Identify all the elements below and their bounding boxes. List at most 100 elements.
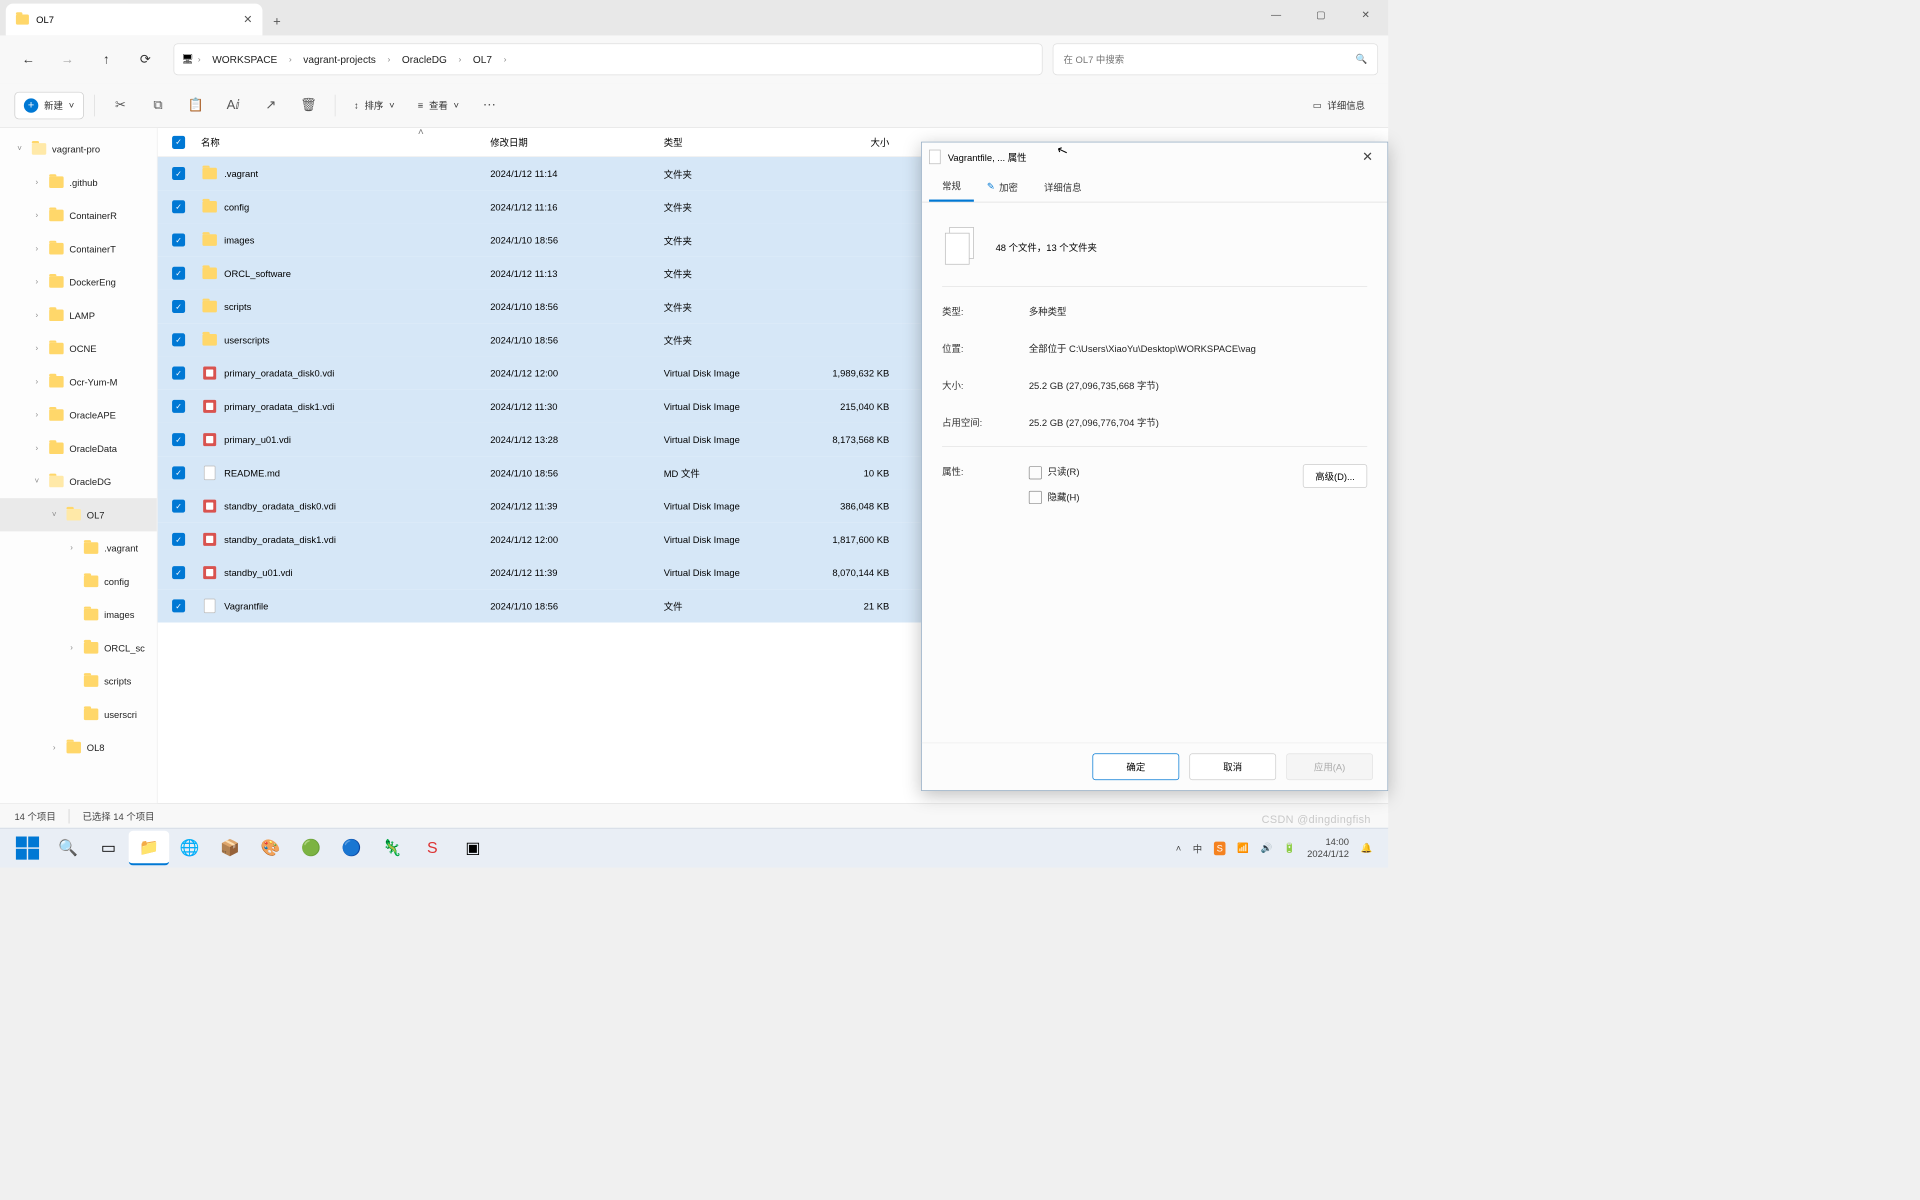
tab-general[interactable]: 常规 <box>929 171 974 201</box>
tree-node[interactable]: ›.vagrant <box>0 531 157 564</box>
tree-node[interactable]: ˅OracleDG <box>0 465 157 498</box>
window-minimize-button[interactable]: — <box>1254 0 1299 29</box>
taskbar-chrome-icon[interactable]: 🟢 <box>291 831 331 866</box>
chevron-icon[interactable]: › <box>30 444 43 453</box>
sort-button[interactable]: ↕ 排序 ˅ <box>345 93 403 118</box>
taskbar-sogou-icon[interactable]: S <box>412 831 452 866</box>
properties-titlebar[interactable]: Vagrantfile, ... 属性 ✕ <box>922 142 1388 171</box>
taskbar-virtualbox-icon[interactable]: 📦 <box>210 831 250 866</box>
breadcrumb-item[interactable]: WORKSPACE <box>205 49 285 69</box>
row-checkbox[interactable]: ✓ <box>172 167 185 180</box>
chevron-icon[interactable]: › <box>30 377 43 386</box>
tree-node[interactable]: ›LAMP <box>0 299 157 332</box>
breadcrumb-item[interactable]: OracleDG <box>395 49 454 69</box>
tree-node[interactable]: config <box>0 565 157 598</box>
row-checkbox[interactable]: ✓ <box>172 500 185 513</box>
tray-app-icon[interactable]: S <box>1214 841 1226 855</box>
tray-volume-icon[interactable]: 🔊 <box>1261 842 1273 854</box>
chevron-icon[interactable]: › <box>65 643 78 652</box>
chevron-icon[interactable]: ˅ <box>30 477 43 486</box>
row-checkbox[interactable]: ✓ <box>172 533 185 546</box>
chevron-icon[interactable]: › <box>30 344 43 353</box>
tree-node[interactable]: ›ORCL_sc <box>0 631 157 664</box>
column-date[interactable]: 修改日期 <box>490 135 664 149</box>
tree-node[interactable]: ›ContainerR <box>0 199 157 232</box>
chevron-icon[interactable]: › <box>30 278 43 287</box>
breadcrumb-bar[interactable]: 🖥 › WORKSPACE › vagrant-projects › Oracl… <box>174 43 1043 75</box>
row-checkbox[interactable]: ✓ <box>172 333 185 346</box>
chevron-icon[interactable]: › <box>30 211 43 220</box>
tab-close-icon[interactable]: ✕ <box>243 13 252 26</box>
chevron-icon[interactable]: › <box>48 743 61 752</box>
cancel-button[interactable]: 取消 <box>1189 753 1276 780</box>
new-button[interactable]: + 新建 ˅ <box>14 91 83 118</box>
chevron-icon[interactable]: › <box>65 544 78 553</box>
advanced-button[interactable]: 高级(D)... <box>1303 464 1367 488</box>
row-checkbox[interactable]: ✓ <box>172 300 185 313</box>
more-button[interactable]: ⋯ <box>474 89 506 121</box>
share-button[interactable]: ↗ <box>255 89 287 121</box>
taskbar-app-icon[interactable]: 🦎 <box>372 831 412 866</box>
column-type[interactable]: 类型 <box>664 135 809 149</box>
tree-node[interactable]: ›.github <box>0 166 157 199</box>
tree-node[interactable]: ˅vagrant-pro <box>0 132 157 165</box>
paste-button[interactable]: 📋 <box>180 89 212 121</box>
details-pane-button[interactable]: ▭ 详细信息 <box>1304 93 1374 118</box>
chevron-icon[interactable]: › <box>30 311 43 320</box>
tree-node[interactable]: images <box>0 598 157 631</box>
row-checkbox[interactable]: ✓ <box>172 466 185 479</box>
start-button[interactable] <box>7 831 47 866</box>
tree-node[interactable]: ›OracleData <box>0 432 157 465</box>
column-name[interactable]: 名称 <box>201 135 490 149</box>
nav-forward-button[interactable]: → <box>49 41 85 77</box>
tree-pane[interactable]: ˅vagrant-pro›.github›ContainerR›Containe… <box>0 128 158 803</box>
breadcrumb-item[interactable]: vagrant-projects <box>296 49 383 69</box>
new-tab-button[interactable]: + <box>262 7 291 36</box>
tree-node[interactable]: ›ContainerT <box>0 232 157 265</box>
tab-encrypt[interactable]: ✎加密 <box>974 171 1031 201</box>
tree-node[interactable]: userscri <box>0 698 157 731</box>
taskbar-taskview-icon[interactable]: ▭ <box>88 831 128 866</box>
taskbar-app-icon[interactable]: 🔵 <box>331 831 371 866</box>
apply-button[interactable]: 应用(A) <box>1286 753 1373 780</box>
chevron-icon[interactable]: › <box>30 178 43 187</box>
hidden-checkbox[interactable] <box>1029 491 1042 504</box>
tray-notifications-icon[interactable]: 🔔 <box>1361 842 1373 854</box>
search-box[interactable]: 🔍 <box>1053 43 1378 75</box>
chevron-icon[interactable]: › <box>30 244 43 253</box>
window-maximize-button[interactable]: ▢ <box>1299 0 1344 29</box>
taskbar-terminal-icon[interactable]: ▣ <box>453 831 493 866</box>
tree-node[interactable]: ›OCNE <box>0 332 157 365</box>
taskbar[interactable]: 🔍 ▭ 📁 🌐 📦 🎨 🟢 🔵 🦎 S ▣ ˄ 中 S 📶 🔊 🔋 14:00 … <box>0 828 1388 868</box>
tray-ime-icon[interactable]: 中 <box>1193 841 1202 855</box>
chevron-icon[interactable]: ˅ <box>48 510 61 519</box>
row-checkbox[interactable]: ✓ <box>172 234 185 247</box>
nav-up-button[interactable]: ↑ <box>88 41 124 77</box>
cut-button[interactable]: ✂ <box>105 89 137 121</box>
chevron-icon[interactable]: › <box>30 411 43 420</box>
tray-battery-icon[interactable]: 🔋 <box>1284 842 1296 854</box>
tab-details[interactable]: 详细信息 <box>1031 171 1095 201</box>
tree-node[interactable]: scripts <box>0 664 157 697</box>
select-all-checkbox[interactable]: ✓ <box>172 136 185 149</box>
properties-dialog[interactable]: Vagrantfile, ... 属性 ✕ 常规 ✎加密 详细信息 48 个文件… <box>921 142 1388 791</box>
search-icon[interactable]: 🔍 <box>1355 54 1367 66</box>
taskbar-search-icon[interactable]: 🔍 <box>48 831 88 866</box>
pc-icon[interactable]: 🖥 <box>181 54 193 66</box>
tray-clock[interactable]: 14:00 2024/1/12 <box>1307 837 1349 860</box>
row-checkbox[interactable]: ✓ <box>172 433 185 446</box>
tree-node[interactable]: ›Ocr-Yum-M <box>0 365 157 398</box>
search-input[interactable] <box>1064 54 1349 65</box>
tree-node[interactable]: ˅OL7 <box>0 498 157 531</box>
taskbar-edge-icon[interactable]: 🌐 <box>169 831 209 866</box>
taskbar-app-icon[interactable]: 🎨 <box>250 831 290 866</box>
window-close-button[interactable]: ✕ <box>1343 0 1388 29</box>
tree-node[interactable]: ›DockerEng <box>0 265 157 298</box>
row-checkbox[interactable]: ✓ <box>172 367 185 380</box>
row-checkbox[interactable]: ✓ <box>172 599 185 612</box>
breadcrumb-item[interactable]: OL7 <box>466 49 500 69</box>
tray-wifi-icon[interactable]: 📶 <box>1237 842 1249 854</box>
row-checkbox[interactable]: ✓ <box>172 566 185 579</box>
row-checkbox[interactable]: ✓ <box>172 267 185 280</box>
delete-button[interactable]: 🗑 <box>293 89 325 121</box>
